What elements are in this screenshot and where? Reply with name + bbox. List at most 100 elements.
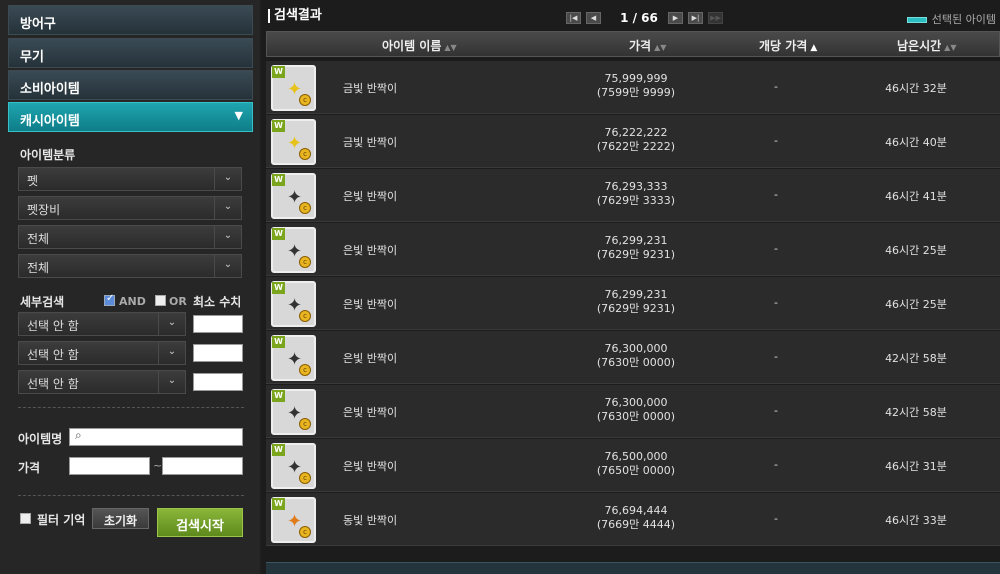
remaining-time: 46시간 33분 [885,514,947,527]
coin-icon: c [299,472,311,484]
detail-select-3[interactable]: 선택 안 함 ⌄ [18,370,186,394]
w-badge-icon: W [272,444,285,456]
filter-memory-label: 필터 기억 [37,513,86,527]
header-remaining-time[interactable]: 남은시간 ▲▼ [897,37,956,54]
item-name: 은빛 반짝이 [343,406,398,419]
header-label: 남은시간 [897,39,942,53]
select-value: 선택 안 함 [27,319,79,333]
classification-select-1[interactable]: 펫 ⌄ [18,167,242,191]
selected-legend: 선택된 아이템 [906,11,996,27]
item-name: 은빛 반짝이 [343,352,398,365]
price-value: 75,999,999 [604,72,668,85]
category-consumable[interactable]: 소비아이템 [8,70,253,100]
search-start-button[interactable]: 검색시작 [157,508,243,537]
classification-select-3[interactable]: 전체 ⌄ [18,225,242,249]
unit-price: - [774,80,778,93]
unit-price: - [774,512,778,525]
item-name: 은빛 반짝이 [343,460,398,473]
coin-icon: c [299,148,311,160]
item-price: 76,300,000 (7630만 0000) [566,342,706,370]
min-value-input-3[interactable] [193,373,243,391]
table-row[interactable]: W ✦ c 은빛 반짝이 76,300,000 (7630만 0000) - 42시간 58분 [266,385,1000,438]
last-page-icon[interactable]: ▶| [688,12,703,24]
prev-page-icon[interactable]: ◀ [586,12,601,24]
price-value: 76,300,000 [604,342,668,355]
header-label: 아이템 이름 [382,39,442,53]
coin-icon: c [299,364,311,376]
price-max-input[interactable] [162,457,243,475]
sort-icon: ▲▼ [654,43,667,52]
item-price: 76,500,000 (7650만 0000) [566,450,706,478]
price-korean: (7599만 9999) [596,86,676,99]
coin-icon: c [299,526,311,538]
item-icon: W ✦ c [271,281,316,327]
w-badge-icon: W [272,390,285,402]
price-korean: (7630만 0000) [596,410,676,423]
price-label: 가격 [18,461,41,475]
first-page-icon[interactable]: |◀ [566,12,581,24]
classification-select-2[interactable]: 펫장비 ⌄ [18,196,242,220]
remaining-time: 46시간 25분 [885,244,947,257]
item-price: 76,293,333 (7629만 3333) [566,180,706,208]
category-label: 방어구 [20,17,56,32]
min-value-label: 최소 수치 [193,295,242,309]
selected-legend-label: 선택된 아이템 [931,13,996,26]
item-icon: W ✦ c [271,65,316,111]
item-name-input[interactable]: ⌕ [69,428,243,446]
header-item-name[interactable]: 아이템 이름 ▲▼ [382,37,457,54]
price-korean: (7630만 0000) [596,356,676,369]
coin-icon: c [299,202,311,214]
header-label: 개당 가격 [759,39,808,53]
item-name: 은빛 반짝이 [343,190,398,203]
table-row[interactable]: W ✦ c 은빛 반짝이 76,299,231 (7629만 9231) - 46시간 25분 [266,223,1000,276]
w-badge-icon: W [272,282,285,294]
detail-select-1[interactable]: 선택 안 함 ⌄ [18,312,186,336]
remaining-time: 46시간 31분 [885,460,947,473]
header-unit-price[interactable]: 개당 가격 ▲ [759,37,817,54]
item-name: 금빛 반짝이 [343,82,398,95]
or-checkbox[interactable] [155,295,166,306]
header-price[interactable]: 가격 ▲▼ [629,37,666,54]
item-price: 76,300,000 (7630만 0000) [566,396,706,424]
next-page-icon[interactable]: ▶ [668,12,683,24]
item-icon: W ✦ c [271,443,316,489]
price-min-input[interactable] [69,457,150,475]
and-checkbox[interactable] [104,293,115,306]
chevron-down-icon: ⌄ [214,226,241,248]
table-row[interactable]: W ✦ c 은빛 반짝이 76,293,333 (7629만 3333) - 46시간 41분 [266,169,1000,222]
detail-search-label: 세부검색 [20,295,65,309]
table-row[interactable]: W ✦ c 금빛 반짝이 76,222,222 (7622만 2222) - 46시간 40분 [266,115,1000,168]
table-row[interactable]: W ✦ c 동빛 반짝이 76,694,444 (7669만 4444) - 46시간 33분 [266,493,1000,546]
classification-select-4[interactable]: 전체 ⌄ [18,254,242,278]
table-header: 아이템 이름 ▲▼ 가격 ▲▼ 개당 가격 ▲ 남은시간 ▲▼ [266,31,1000,57]
divider [18,495,244,496]
filter-memory-checkbox[interactable] [20,513,31,524]
table-row[interactable]: W ✦ c 은빛 반짝이 76,299,231 (7629만 9231) - 46시간 25분 [266,277,1000,330]
min-value-input-1[interactable] [193,315,243,333]
item-icon: W ✦ c [271,335,316,381]
unit-price: - [774,296,778,309]
min-value-input-2[interactable] [193,344,243,362]
table-row[interactable]: W ✦ c 은빛 반짝이 76,300,000 (7630만 0000) - 42시간 58분 [266,331,1000,384]
category-weapon[interactable]: 무기 [8,38,253,68]
header-label: 가격 [629,39,652,53]
category-label: 캐시아이템 [20,114,80,129]
table-row[interactable]: W ✦ c 금빛 반짝이 75,999,999 (7599만 9999) - 46시간 32분 [266,61,1000,114]
reset-button[interactable]: 초기화 [92,508,149,529]
remaining-time: 46시간 41분 [885,190,947,203]
category-cash-item[interactable]: 캐시아이템 ▼ [8,102,253,132]
chevron-down-icon: ⌄ [158,342,185,364]
price-value: 76,293,333 [604,180,668,193]
detail-select-2[interactable]: 선택 안 함 ⌄ [18,341,186,365]
category-armor[interactable]: 방어구 [8,5,253,35]
unit-price: - [774,350,778,363]
table-row[interactable]: W ✦ c 은빛 반짝이 76,500,000 (7650만 0000) - 46시간 31분 [266,439,1000,492]
w-badge-icon: W [272,336,285,348]
coin-icon: c [299,94,311,106]
unit-price: - [774,404,778,417]
price-value: 76,300,000 [604,396,668,409]
price-value: 76,299,231 [604,234,668,247]
price-separator: ~ [153,459,163,472]
footer-bar [266,562,1000,574]
skip-page-icon: ▶▶ [708,12,723,24]
